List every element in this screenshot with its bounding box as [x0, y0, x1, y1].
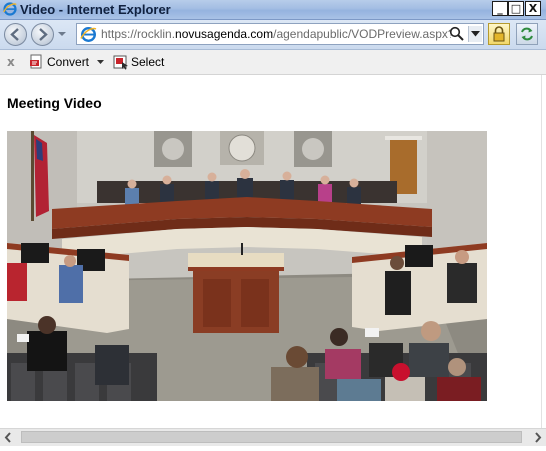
- forward-button[interactable]: [31, 23, 54, 46]
- url-domain: novusagenda.com: [175, 27, 274, 41]
- url-text[interactable]: https://rocklin.novusagenda.com/agendapu…: [101, 27, 451, 41]
- convert-button[interactable]: Convert: [29, 53, 95, 71]
- chevron-right-icon: [535, 432, 542, 443]
- url-prefix: https://rocklin.: [101, 27, 176, 41]
- url-suffix: /agendapublic/VODPreview.aspx?meetir: [273, 27, 451, 41]
- back-arrow-icon: [10, 28, 19, 41]
- address-bar[interactable]: https://rocklin.novusagenda.com/agendapu…: [76, 23, 484, 45]
- chevron-down-icon: [471, 31, 480, 37]
- meeting-video-player[interactable]: [7, 131, 487, 401]
- convert-dropdown-icon[interactable]: [97, 60, 104, 65]
- minimize-button[interactable]: _: [492, 1, 508, 16]
- window-title: Video - Internet Explorer: [20, 2, 171, 17]
- search-icon[interactable]: [449, 26, 465, 42]
- refresh-button[interactable]: [516, 23, 538, 45]
- close-toolbar-icon[interactable]: x: [7, 55, 15, 69]
- lock-icon: [493, 26, 505, 42]
- convert-label: Convert: [47, 55, 90, 69]
- back-button[interactable]: [4, 23, 27, 46]
- horizontal-scrollbar[interactable]: [0, 428, 546, 446]
- security-lock-button[interactable]: [488, 23, 510, 45]
- pdf-convert-icon: [30, 54, 42, 69]
- address-dropdown-button[interactable]: [468, 26, 482, 42]
- forward-arrow-icon: [39, 28, 48, 41]
- scroll-thumb[interactable]: [21, 431, 522, 443]
- scroll-right-button[interactable]: [529, 429, 546, 446]
- page-title: Meeting Video: [7, 95, 102, 111]
- page-content: Meeting Video: [0, 75, 546, 428]
- window-right-edge: [541, 75, 546, 428]
- council-meeting-video-frame: [7, 131, 487, 401]
- refresh-icon: [521, 27, 533, 41]
- scroll-left-button[interactable]: [0, 429, 17, 446]
- history-dropdown-icon[interactable]: [58, 30, 66, 38]
- navigation-bar: https://rocklin.novusagenda.com/agendapu…: [0, 20, 546, 50]
- ie-logo-icon: [3, 2, 17, 16]
- maximize-button[interactable]: □: [508, 1, 524, 16]
- close-button[interactable]: X: [525, 1, 541, 16]
- select-button[interactable]: Select: [113, 53, 165, 71]
- select-label: Select: [131, 55, 165, 69]
- window-title-bar[interactable]: Video - Internet Explorer _ □ X: [0, 0, 546, 20]
- command-bar: x Convert Select: [0, 50, 546, 75]
- select-icon: [113, 55, 128, 70]
- ie-page-icon: [80, 26, 97, 43]
- chevron-left-icon: [4, 432, 11, 443]
